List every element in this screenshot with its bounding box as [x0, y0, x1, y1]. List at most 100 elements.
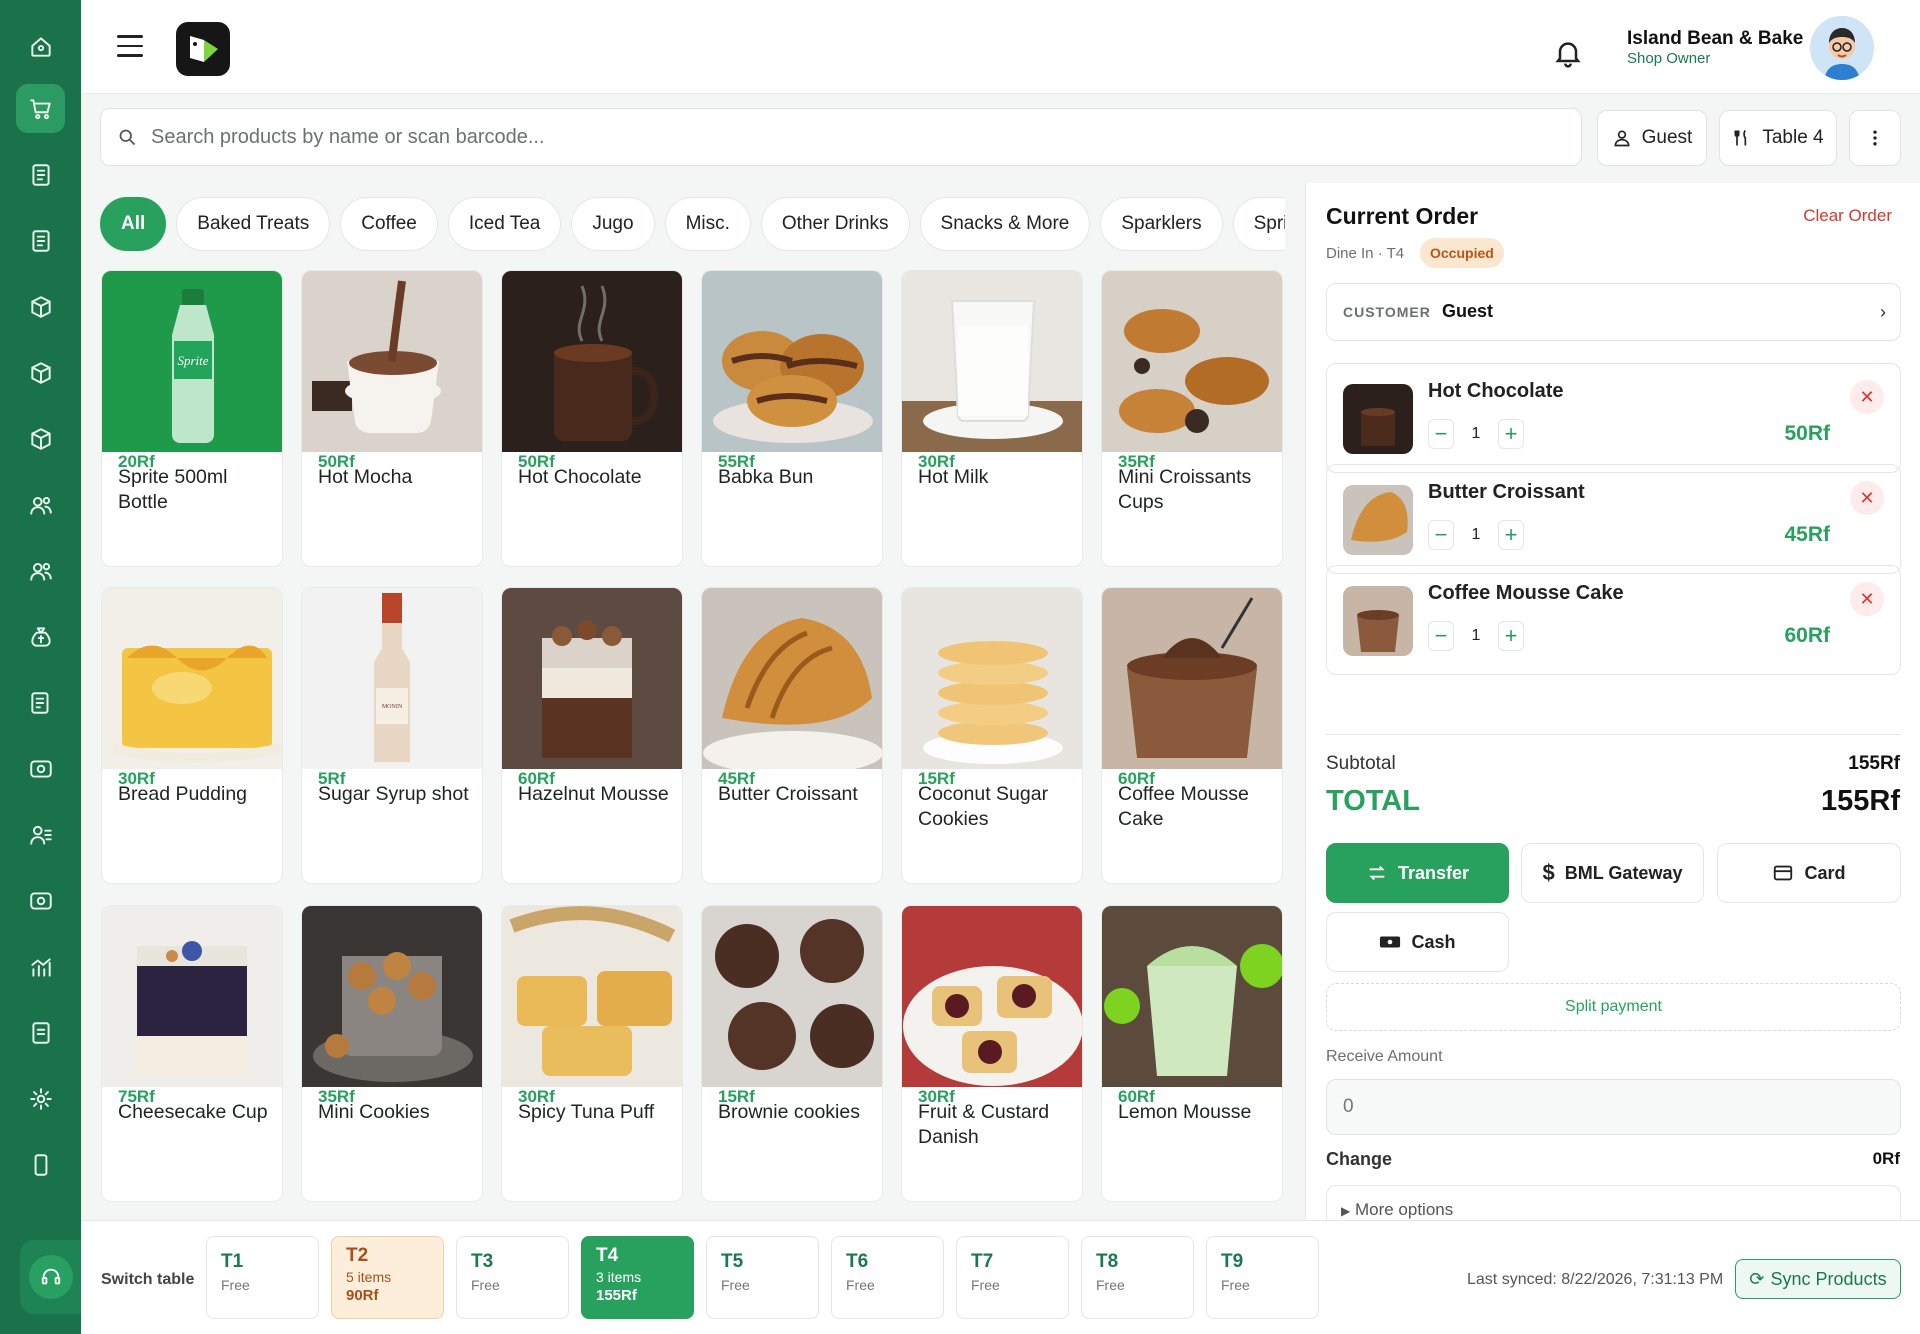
table-tile-t6[interactable]: T6 Free	[831, 1236, 944, 1319]
support-button[interactable]	[20, 1240, 82, 1314]
table-name: T3	[471, 1251, 494, 1272]
product-card[interactable]: Brownie cookies 15Rf	[701, 905, 883, 1202]
home-icon[interactable]	[16, 22, 65, 71]
product-card[interactable]: Hot Chocolate 50Rf	[501, 270, 683, 567]
guest-button[interactable]: Guest	[1597, 110, 1707, 166]
payments-icon[interactable]	[16, 876, 65, 925]
clear-order-button[interactable]: Clear Order	[1803, 206, 1892, 226]
user-list-icon[interactable]	[16, 810, 65, 859]
pay-cash-button[interactable]: Cash	[1326, 912, 1509, 972]
product-price: 45Rf	[718, 769, 755, 788]
table-tile-t5[interactable]: T5 Free	[706, 1236, 819, 1319]
product-card[interactable]: MONIN Sugar Syrup shot 5Rf	[301, 587, 483, 884]
product-card[interactable]: Babka Bun 55Rf	[701, 270, 883, 567]
settings-icon[interactable]	[16, 1074, 65, 1123]
product-card[interactable]: Bread Pudding 30Rf	[101, 587, 283, 884]
customer-selector[interactable]: CUSTOMER Guest ›	[1326, 283, 1901, 341]
decrement-button[interactable]: −	[1428, 520, 1454, 550]
notification-bell-icon[interactable]	[1552, 36, 1584, 70]
category-chip[interactable]: Snacks & More	[919, 197, 1091, 251]
order-item-thumbnail	[1343, 586, 1413, 656]
avatar[interactable]	[1810, 16, 1874, 80]
search-input[interactable]	[151, 109, 1551, 165]
menu-icon[interactable]	[117, 35, 143, 57]
table-tile-t9[interactable]: T9 Free	[1206, 1236, 1319, 1319]
category-chip[interactable]: All	[100, 197, 167, 251]
order-item-thumbnail	[1343, 485, 1413, 555]
reports-icon[interactable]	[16, 678, 65, 727]
quantity-value: 1	[1471, 425, 1481, 442]
product-price: 15Rf	[918, 769, 955, 788]
stock-icon[interactable]	[16, 414, 65, 463]
remove-item-icon[interactable]: ✕	[1850, 380, 1884, 414]
product-card[interactable]: Mini Croissants Cups 35Rf	[1101, 270, 1283, 567]
category-chip[interactable]: Iced Tea	[447, 197, 562, 251]
product-card[interactable]: Coconut Sugar Cookies 15Rf	[901, 587, 1083, 884]
increment-button[interactable]: +	[1498, 520, 1524, 550]
table-name: T8	[1096, 1251, 1119, 1272]
product-card[interactable]: Spicy Tuna Puff 30Rf	[501, 905, 683, 1202]
product-card[interactable]: Mini Cookies 35Rf	[301, 905, 483, 1202]
order-item-name: Hot Chocolate	[1428, 380, 1564, 402]
headset-icon	[29, 1255, 73, 1299]
remove-item-icon[interactable]: ✕	[1850, 481, 1884, 515]
product-card[interactable]: Lemon Mousse 60Rf	[1101, 905, 1283, 1202]
remove-item-icon[interactable]: ✕	[1850, 582, 1884, 616]
table-tile-t7[interactable]: T7 Free	[956, 1236, 1069, 1319]
table-tile-t3[interactable]: T3 Free	[456, 1236, 569, 1319]
decrement-button[interactable]: −	[1428, 419, 1454, 449]
table-tile-t4[interactable]: T4 3 items 155Rf	[581, 1236, 694, 1319]
table-tile-t8[interactable]: T8 Free	[1081, 1236, 1194, 1319]
staff-icon[interactable]	[16, 546, 65, 595]
svg-text:MONIN: MONIN	[382, 704, 403, 710]
inventory-icon[interactable]	[16, 348, 65, 397]
pay-card-button[interactable]: Card	[1717, 843, 1901, 903]
increment-button[interactable]: +	[1498, 621, 1524, 651]
receipts-icon[interactable]	[16, 216, 65, 265]
product-card[interactable]: Hot Milk 30Rf	[901, 270, 1083, 567]
pos-cart-icon[interactable]	[16, 84, 65, 133]
product-card[interactable]: Fruit & Custard Danish 30Rf	[901, 905, 1083, 1202]
product-card[interactable]: Hazelnut Mousse 60Rf	[501, 587, 683, 884]
table-tile-t2[interactable]: T2 5 items 90Rf	[331, 1236, 444, 1319]
money-bag-icon[interactable]	[16, 612, 65, 661]
cash-register-icon[interactable]	[16, 744, 65, 793]
increment-button[interactable]: +	[1498, 419, 1524, 449]
pay-bml-gateway-button[interactable]: $ BML Gateway	[1521, 843, 1704, 903]
quantity-stepper: −1 +	[1428, 618, 1528, 654]
last-synced-text: Last synced: 8/22/2026, 7:31:13 PM	[1467, 1271, 1724, 1288]
sync-products-button[interactable]: ⟳ Sync Products	[1735, 1259, 1901, 1299]
more-options-label: More options	[1354, 1200, 1454, 1219]
credit-card-icon	[1774, 865, 1793, 881]
product-card[interactable]: Hot Mocha 50Rf	[301, 270, 483, 567]
svg-text:Sprite: Sprite	[177, 353, 208, 368]
product-image: Sprite	[102, 271, 282, 452]
product-card[interactable]: Butter Croissant 45Rf	[701, 587, 883, 884]
decrement-button[interactable]: −	[1428, 621, 1454, 651]
category-chip[interactable]: Sparklers	[1100, 197, 1223, 251]
category-chip[interactable]: Baked Treats	[176, 197, 331, 251]
products-icon[interactable]	[16, 282, 65, 331]
more-menu-button[interactable]	[1849, 110, 1901, 166]
more-options-toggle[interactable]: ▶ More options	[1326, 1185, 1901, 1225]
split-payment-button[interactable]: Split payment	[1326, 983, 1901, 1031]
category-chip[interactable]: Misc.	[664, 197, 751, 251]
product-card[interactable]: Sprite Sprite 500ml Bottle 20Rf	[101, 270, 283, 567]
transfer-icon	[1369, 865, 1385, 881]
receive-amount-input[interactable]: 0	[1326, 1079, 1901, 1135]
notes-icon[interactable]	[16, 1008, 65, 1057]
category-chip[interactable]: Spri	[1232, 197, 1285, 251]
category-chip[interactable]: Jugo	[571, 197, 655, 251]
customers-icon[interactable]	[16, 480, 65, 529]
table-tile-t1[interactable]: T1 Free	[206, 1236, 319, 1319]
pay-transfer-button[interactable]: Transfer	[1326, 843, 1509, 903]
category-chip[interactable]: Other Drinks	[760, 197, 910, 251]
orders-icon[interactable]	[16, 150, 65, 199]
product-card[interactable]: Cheesecake Cup 75Rf	[101, 905, 283, 1202]
analytics-icon[interactable]	[16, 942, 65, 991]
product-price: 35Rf	[318, 1087, 355, 1106]
table-button[interactable]: Table 4	[1719, 110, 1837, 166]
device-icon[interactable]	[16, 1140, 65, 1189]
product-card[interactable]: Coffee Mousse Cake 60Rf	[1101, 587, 1283, 884]
category-chip[interactable]: Coffee	[340, 197, 438, 251]
